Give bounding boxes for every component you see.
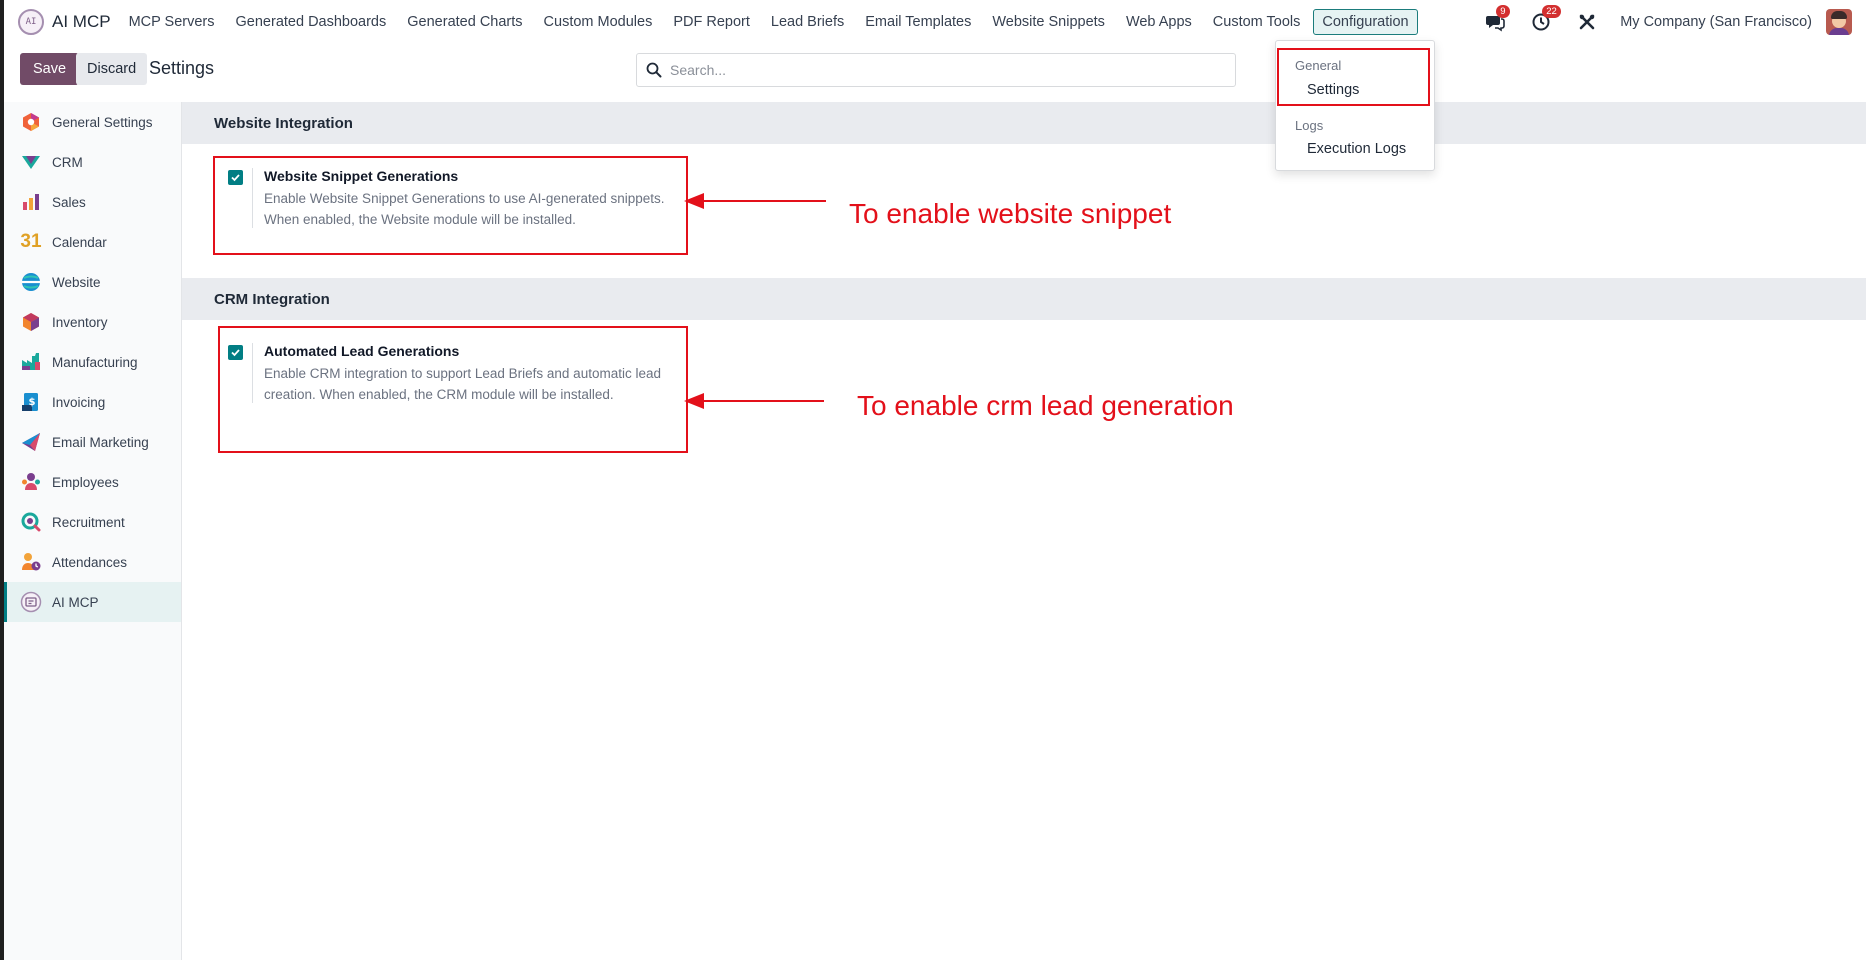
annotation-box-settings (1277, 48, 1430, 106)
sidebar-item-calendar[interactable]: 31 Calendar (4, 222, 181, 262)
company-switcher[interactable]: My Company (San Francisco) (1620, 14, 1812, 30)
annotation-arrow-line-crm (700, 400, 824, 402)
sidebar-item-label: Employees (52, 474, 119, 490)
annotation-text-crm: To enable crm lead generation (857, 390, 1234, 421)
sidebar-item-crm[interactable]: CRM (4, 142, 181, 182)
page-title: Settings (149, 58, 215, 78)
section-title: Website Integration (214, 114, 353, 132)
annotation-arrowhead-crm (684, 393, 704, 409)
calendar-day-number: 31 (20, 231, 42, 252)
search-icon (646, 62, 662, 78)
general-settings-icon (20, 111, 42, 133)
sidebar-item-label: Manufacturing (52, 354, 138, 370)
sidebar-item-label: Sales (52, 194, 86, 210)
annotation-arrow-line-website (700, 200, 826, 202)
app-name: AI MCP (52, 12, 111, 31)
sidebar-item-label: Invoicing (52, 394, 106, 410)
invoicing-icon: $ (20, 391, 42, 413)
sidebar-item-label: Attendances (52, 554, 128, 570)
sales-icon (20, 191, 42, 213)
menu-mcp-servers[interactable]: MCP Servers (121, 10, 223, 34)
employees-icon (20, 471, 42, 493)
annotation-arrowhead-website (684, 193, 704, 209)
discard-button[interactable]: Discard (76, 53, 148, 85)
menu-custom-tools[interactable]: Custom Tools (1205, 10, 1309, 34)
calendar-icon: 31 (20, 231, 42, 253)
user-avatar[interactable] (1826, 9, 1852, 35)
sidebar-item-label: Email Marketing (52, 434, 149, 450)
crm-icon (20, 151, 42, 173)
ai-mcp-logo-icon: AI (18, 9, 44, 35)
sidebar-item-employees[interactable]: Employees (4, 462, 181, 502)
sidebar-item-label: Website (52, 274, 101, 290)
sidebar-item-label: General Settings (52, 114, 153, 130)
menu-lead-briefs[interactable]: Lead Briefs (763, 10, 852, 34)
debug-tools-button[interactable] (1574, 9, 1600, 35)
main-menu: MCP Servers Generated Dashboards Generat… (121, 9, 1423, 35)
sidebar-item-recruitment[interactable]: Recruitment (4, 502, 181, 542)
website-icon (20, 271, 42, 293)
inventory-icon (20, 311, 42, 333)
menu-email-templates[interactable]: Email Templates (857, 10, 979, 34)
settings-sidebar: General Settings CRM Sales 31 Calendar W… (4, 102, 182, 960)
attendances-icon (20, 551, 42, 573)
recruitment-icon (20, 511, 42, 533)
section-title: CRM Integration (214, 290, 330, 308)
control-panel: Save Discard Settings (4, 44, 1866, 102)
menu-generated-charts[interactable]: Generated Charts (399, 10, 530, 34)
dropdown-header-logs: Logs (1295, 118, 1324, 133)
section-header-website: Website Integration (182, 102, 1866, 144)
sidebar-item-label: AI MCP (52, 594, 99, 610)
tools-icon (1579, 14, 1595, 30)
sidebar-item-general-settings[interactable]: General Settings (4, 102, 181, 142)
annotation-box-website (213, 156, 688, 255)
menu-configuration[interactable]: Configuration (1313, 9, 1418, 35)
sidebar-item-sales[interactable]: Sales (4, 182, 181, 222)
sidebar-item-inventory[interactable]: Inventory (4, 302, 181, 342)
activities-count-badge: 22 (1542, 5, 1561, 18)
search-bar[interactable] (636, 53, 1236, 87)
sidebar-item-ai-mcp[interactable]: AI MCP (4, 582, 181, 622)
menu-web-apps[interactable]: Web Apps (1118, 10, 1200, 34)
avatar-hair (1831, 11, 1847, 19)
sidebar-item-attendances[interactable]: Attendances (4, 542, 181, 582)
menu-pdf-report[interactable]: PDF Report (665, 10, 758, 34)
annotation-box-crm (218, 326, 688, 453)
app-brand[interactable]: AI AI MCP (18, 9, 111, 35)
search-input[interactable] (670, 62, 1210, 78)
manufacturing-icon (20, 351, 42, 373)
annotation-text-website: To enable website snippet (849, 198, 1172, 229)
ai-mcp-icon (20, 591, 42, 613)
systray: 9 22 My Company (San Francisco) (1482, 0, 1866, 44)
sidebar-item-label: Inventory (52, 314, 108, 330)
sidebar-item-website[interactable]: Website (4, 262, 181, 302)
avatar-body (1829, 28, 1849, 35)
top-navbar: AI AI MCP MCP Servers Generated Dashboar… (4, 0, 1866, 44)
section-header-crm: CRM Integration (182, 278, 1866, 320)
messages-count-badge: 9 (1496, 5, 1510, 18)
svg-text:$: $ (29, 397, 36, 408)
sidebar-item-email-marketing[interactable]: Email Marketing (4, 422, 181, 462)
menu-generated-dashboards[interactable]: Generated Dashboards (228, 10, 395, 34)
email-marketing-icon (20, 431, 42, 453)
sidebar-item-invoicing[interactable]: $ Invoicing (4, 382, 181, 422)
sidebar-item-label: Recruitment (52, 514, 125, 530)
dropdown-item-execution-logs[interactable]: Execution Logs (1307, 141, 1406, 157)
sidebar-item-manufacturing[interactable]: Manufacturing (4, 342, 181, 382)
activities-button[interactable]: 22 (1528, 5, 1561, 35)
menu-website-snippets[interactable]: Website Snippets (984, 10, 1113, 34)
sidebar-item-label: CRM (52, 154, 83, 170)
sidebar-item-label: Calendar (52, 234, 107, 250)
messages-button[interactable]: 9 (1482, 5, 1510, 35)
save-button[interactable]: Save (20, 53, 80, 85)
menu-custom-modules[interactable]: Custom Modules (536, 10, 661, 34)
